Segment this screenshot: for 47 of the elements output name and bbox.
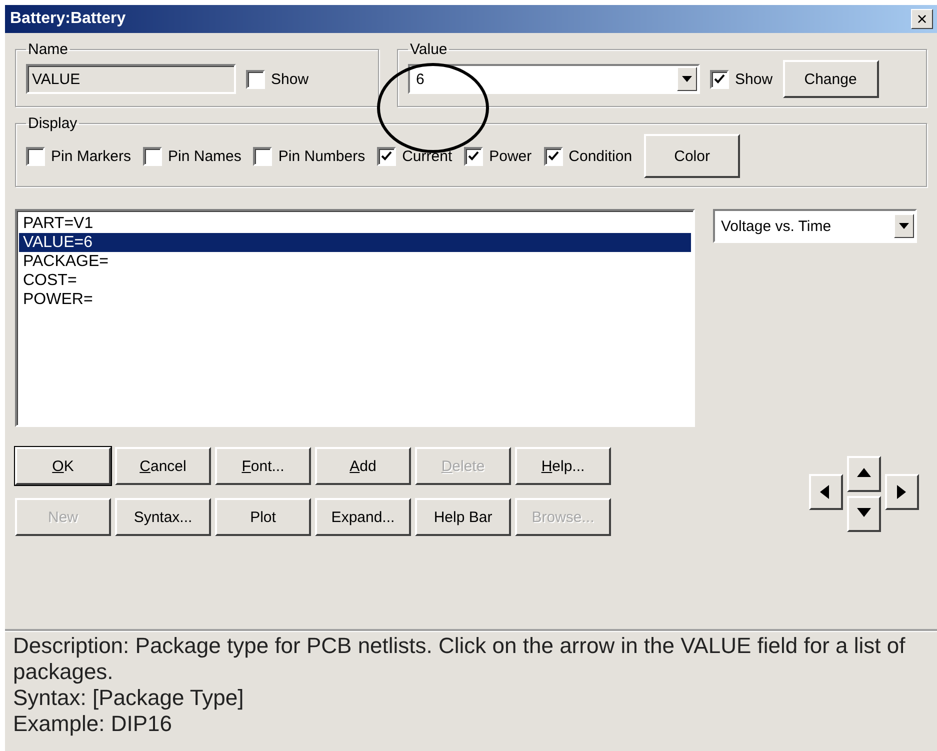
checkbox[interactable]: Pin Names [143, 146, 242, 166]
dropdown-button[interactable] [894, 214, 914, 238]
group-label: Display [27, 115, 78, 132]
checkbox[interactable]: Power [464, 146, 532, 166]
dialog-button[interactable]: Help Bar [415, 498, 511, 536]
close-button[interactable]: × [911, 9, 933, 29]
list-item[interactable]: VALUE=6 [19, 233, 691, 252]
plot-select[interactable]: Voltage vs. Time [713, 209, 917, 243]
description-text: Syntax: [Package Type] [13, 685, 245, 711]
checkbox[interactable]: Pin Markers [26, 146, 132, 166]
group-label: Name [27, 41, 70, 58]
dialog-button[interactable]: Add [315, 447, 411, 485]
move-left-button[interactable] [809, 474, 843, 510]
dialog-button[interactable]: Expand... [315, 498, 411, 536]
color-button[interactable]: Color [644, 134, 740, 178]
name-field[interactable]: VALUE [26, 64, 236, 94]
move-down-button[interactable] [847, 496, 881, 532]
checkbox[interactable]: Current [377, 146, 452, 166]
change-button[interactable]: Change [782, 60, 879, 98]
dialog-button[interactable]: Help... [515, 447, 611, 485]
group-label: Value [409, 41, 448, 58]
dialog-button[interactable]: OK [15, 447, 111, 485]
list-item[interactable]: COST= [19, 271, 691, 290]
dropdown-arrow-icon [899, 223, 909, 229]
checkmark-icon [548, 150, 559, 162]
list-item[interactable]: PACKAGE= [19, 252, 691, 271]
dialog-button[interactable]: Cancel [115, 447, 211, 485]
move-right-button[interactable] [885, 474, 919, 510]
move-up-button[interactable] [847, 456, 881, 492]
checkbox[interactable]: Condition [544, 146, 632, 166]
list-item[interactable]: PART=V1 [19, 214, 691, 233]
checkmark-icon [714, 74, 725, 84]
dialog-button[interactable]: Plot [215, 498, 311, 536]
checkmark-icon [468, 150, 480, 162]
list-item[interactable]: POWER= [19, 290, 691, 309]
value-combo[interactable]: 6 [408, 64, 700, 94]
checkbox[interactable]: Show [710, 70, 773, 88]
checkbox[interactable]: Pin Numbers [253, 146, 366, 166]
dropdown-button[interactable] [677, 67, 697, 91]
window-title: Battery:Battery [10, 10, 126, 28]
checkbox[interactable]: Show [246, 70, 309, 88]
description-text: Description: Package type for PCB netlists. Click on the arrow in the VALUE field for a list of packages. [13, 633, 906, 685]
checkmark-icon [381, 150, 392, 162]
dropdown-arrow-icon [682, 76, 692, 82]
dialog-button[interactable]: Font... [215, 447, 311, 485]
description-text: Example: DIP16 [13, 711, 173, 737]
dialog-button[interactable]: Syntax... [115, 498, 211, 536]
